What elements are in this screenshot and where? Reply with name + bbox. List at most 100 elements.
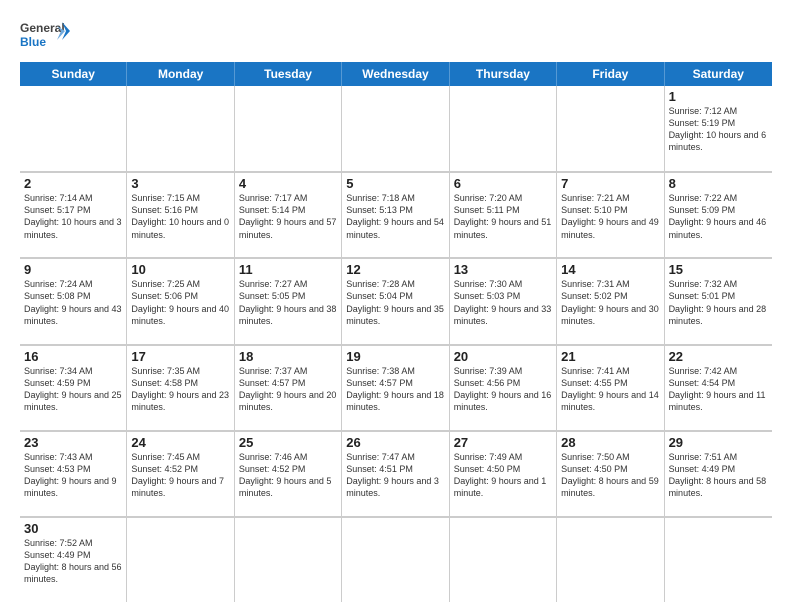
day-5: 5Sunrise: 7:18 AM Sunset: 5:13 PM Daylig… — [342, 172, 449, 257]
day-number: 4 — [239, 176, 337, 191]
day-info: Sunrise: 7:15 AM Sunset: 5:16 PM Dayligh… — [131, 192, 229, 241]
empty-day — [450, 86, 557, 171]
empty-day — [342, 86, 449, 171]
day-number: 23 — [24, 435, 122, 450]
day-info: Sunrise: 7:43 AM Sunset: 4:53 PM Dayligh… — [24, 451, 122, 500]
day-info: Sunrise: 7:50 AM Sunset: 4:50 PM Dayligh… — [561, 451, 659, 500]
header: General Blue — [20, 18, 772, 54]
weekday-header-saturday: Saturday — [665, 62, 772, 86]
day-info: Sunrise: 7:22 AM Sunset: 5:09 PM Dayligh… — [669, 192, 768, 241]
weekday-header-sunday: Sunday — [20, 62, 127, 86]
day-info: Sunrise: 7:37 AM Sunset: 4:57 PM Dayligh… — [239, 365, 337, 414]
day-number: 15 — [669, 262, 768, 277]
day-10: 10Sunrise: 7:25 AM Sunset: 5:06 PM Dayli… — [127, 258, 234, 343]
day-info: Sunrise: 7:34 AM Sunset: 4:59 PM Dayligh… — [24, 365, 122, 414]
page: General Blue SundayMondayTuesdayWednesda… — [0, 0, 792, 612]
weekday-header-friday: Friday — [557, 62, 664, 86]
day-24: 24Sunrise: 7:45 AM Sunset: 4:52 PM Dayli… — [127, 431, 234, 516]
day-number: 1 — [669, 89, 768, 104]
day-info: Sunrise: 7:45 AM Sunset: 4:52 PM Dayligh… — [131, 451, 229, 500]
day-number: 29 — [669, 435, 768, 450]
day-18: 18Sunrise: 7:37 AM Sunset: 4:57 PM Dayli… — [235, 345, 342, 430]
calendar-week-1: 1Sunrise: 7:12 AM Sunset: 5:19 PM Daylig… — [20, 86, 772, 172]
day-info: Sunrise: 7:46 AM Sunset: 4:52 PM Dayligh… — [239, 451, 337, 500]
day-30: 30Sunrise: 7:52 AM Sunset: 4:49 PM Dayli… — [20, 517, 127, 602]
day-info: Sunrise: 7:12 AM Sunset: 5:19 PM Dayligh… — [669, 105, 768, 154]
weekday-header-tuesday: Tuesday — [235, 62, 342, 86]
empty-day — [127, 86, 234, 171]
day-number: 14 — [561, 262, 659, 277]
day-info: Sunrise: 7:42 AM Sunset: 4:54 PM Dayligh… — [669, 365, 768, 414]
calendar-body: 1Sunrise: 7:12 AM Sunset: 5:19 PM Daylig… — [20, 86, 772, 602]
day-25: 25Sunrise: 7:46 AM Sunset: 4:52 PM Dayli… — [235, 431, 342, 516]
day-info: Sunrise: 7:17 AM Sunset: 5:14 PM Dayligh… — [239, 192, 337, 241]
day-17: 17Sunrise: 7:35 AM Sunset: 4:58 PM Dayli… — [127, 345, 234, 430]
day-11: 11Sunrise: 7:27 AM Sunset: 5:05 PM Dayli… — [235, 258, 342, 343]
day-number: 22 — [669, 349, 768, 364]
day-number: 30 — [24, 521, 122, 536]
day-6: 6Sunrise: 7:20 AM Sunset: 5:11 PM Daylig… — [450, 172, 557, 257]
day-info: Sunrise: 7:20 AM Sunset: 5:11 PM Dayligh… — [454, 192, 552, 241]
day-number: 20 — [454, 349, 552, 364]
day-number: 18 — [239, 349, 337, 364]
weekday-header-thursday: Thursday — [450, 62, 557, 86]
day-19: 19Sunrise: 7:38 AM Sunset: 4:57 PM Dayli… — [342, 345, 449, 430]
day-info: Sunrise: 7:52 AM Sunset: 4:49 PM Dayligh… — [24, 537, 122, 586]
day-22: 22Sunrise: 7:42 AM Sunset: 4:54 PM Dayli… — [665, 345, 772, 430]
day-3: 3Sunrise: 7:15 AM Sunset: 5:16 PM Daylig… — [127, 172, 234, 257]
calendar: SundayMondayTuesdayWednesdayThursdayFrid… — [20, 62, 772, 602]
day-number: 9 — [24, 262, 122, 277]
day-number: 2 — [24, 176, 122, 191]
day-16: 16Sunrise: 7:34 AM Sunset: 4:59 PM Dayli… — [20, 345, 127, 430]
day-9: 9Sunrise: 7:24 AM Sunset: 5:08 PM Daylig… — [20, 258, 127, 343]
day-number: 27 — [454, 435, 552, 450]
day-number: 24 — [131, 435, 229, 450]
calendar-week-6: 30Sunrise: 7:52 AM Sunset: 4:49 PM Dayli… — [20, 517, 772, 602]
day-info: Sunrise: 7:31 AM Sunset: 5:02 PM Dayligh… — [561, 278, 659, 327]
day-number: 25 — [239, 435, 337, 450]
day-12: 12Sunrise: 7:28 AM Sunset: 5:04 PM Dayli… — [342, 258, 449, 343]
day-number: 8 — [669, 176, 768, 191]
day-21: 21Sunrise: 7:41 AM Sunset: 4:55 PM Dayli… — [557, 345, 664, 430]
day-26: 26Sunrise: 7:47 AM Sunset: 4:51 PM Dayli… — [342, 431, 449, 516]
day-number: 13 — [454, 262, 552, 277]
empty-day — [342, 517, 449, 602]
day-number: 11 — [239, 262, 337, 277]
day-8: 8Sunrise: 7:22 AM Sunset: 5:09 PM Daylig… — [665, 172, 772, 257]
calendar-week-5: 23Sunrise: 7:43 AM Sunset: 4:53 PM Dayli… — [20, 431, 772, 517]
empty-day — [450, 517, 557, 602]
day-info: Sunrise: 7:47 AM Sunset: 4:51 PM Dayligh… — [346, 451, 444, 500]
day-info: Sunrise: 7:51 AM Sunset: 4:49 PM Dayligh… — [669, 451, 768, 500]
day-number: 6 — [454, 176, 552, 191]
day-number: 19 — [346, 349, 444, 364]
day-number: 12 — [346, 262, 444, 277]
day-1: 1Sunrise: 7:12 AM Sunset: 5:19 PM Daylig… — [665, 86, 772, 171]
day-info: Sunrise: 7:32 AM Sunset: 5:01 PM Dayligh… — [669, 278, 768, 327]
empty-day — [235, 517, 342, 602]
day-number: 26 — [346, 435, 444, 450]
day-info: Sunrise: 7:39 AM Sunset: 4:56 PM Dayligh… — [454, 365, 552, 414]
calendar-header: SundayMondayTuesdayWednesdayThursdayFrid… — [20, 62, 772, 86]
day-28: 28Sunrise: 7:50 AM Sunset: 4:50 PM Dayli… — [557, 431, 664, 516]
empty-day — [557, 86, 664, 171]
day-number: 17 — [131, 349, 229, 364]
day-info: Sunrise: 7:14 AM Sunset: 5:17 PM Dayligh… — [24, 192, 122, 241]
day-number: 3 — [131, 176, 229, 191]
weekday-header-wednesday: Wednesday — [342, 62, 449, 86]
day-info: Sunrise: 7:41 AM Sunset: 4:55 PM Dayligh… — [561, 365, 659, 414]
day-number: 16 — [24, 349, 122, 364]
day-number: 10 — [131, 262, 229, 277]
weekday-header-monday: Monday — [127, 62, 234, 86]
empty-day — [665, 517, 772, 602]
day-number: 21 — [561, 349, 659, 364]
day-info: Sunrise: 7:30 AM Sunset: 5:03 PM Dayligh… — [454, 278, 552, 327]
empty-day — [557, 517, 664, 602]
day-number: 5 — [346, 176, 444, 191]
day-info: Sunrise: 7:25 AM Sunset: 5:06 PM Dayligh… — [131, 278, 229, 327]
empty-day — [235, 86, 342, 171]
day-info: Sunrise: 7:21 AM Sunset: 5:10 PM Dayligh… — [561, 192, 659, 241]
day-20: 20Sunrise: 7:39 AM Sunset: 4:56 PM Dayli… — [450, 345, 557, 430]
day-4: 4Sunrise: 7:17 AM Sunset: 5:14 PM Daylig… — [235, 172, 342, 257]
day-info: Sunrise: 7:18 AM Sunset: 5:13 PM Dayligh… — [346, 192, 444, 241]
day-14: 14Sunrise: 7:31 AM Sunset: 5:02 PM Dayli… — [557, 258, 664, 343]
